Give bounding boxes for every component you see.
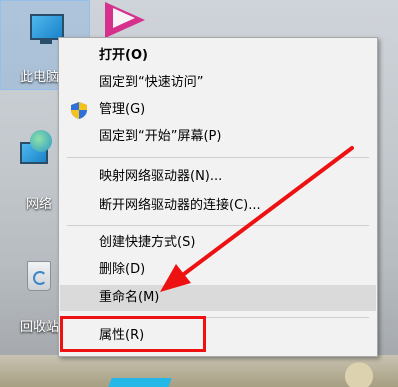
red-arrow-annotation bbox=[160, 146, 354, 292]
